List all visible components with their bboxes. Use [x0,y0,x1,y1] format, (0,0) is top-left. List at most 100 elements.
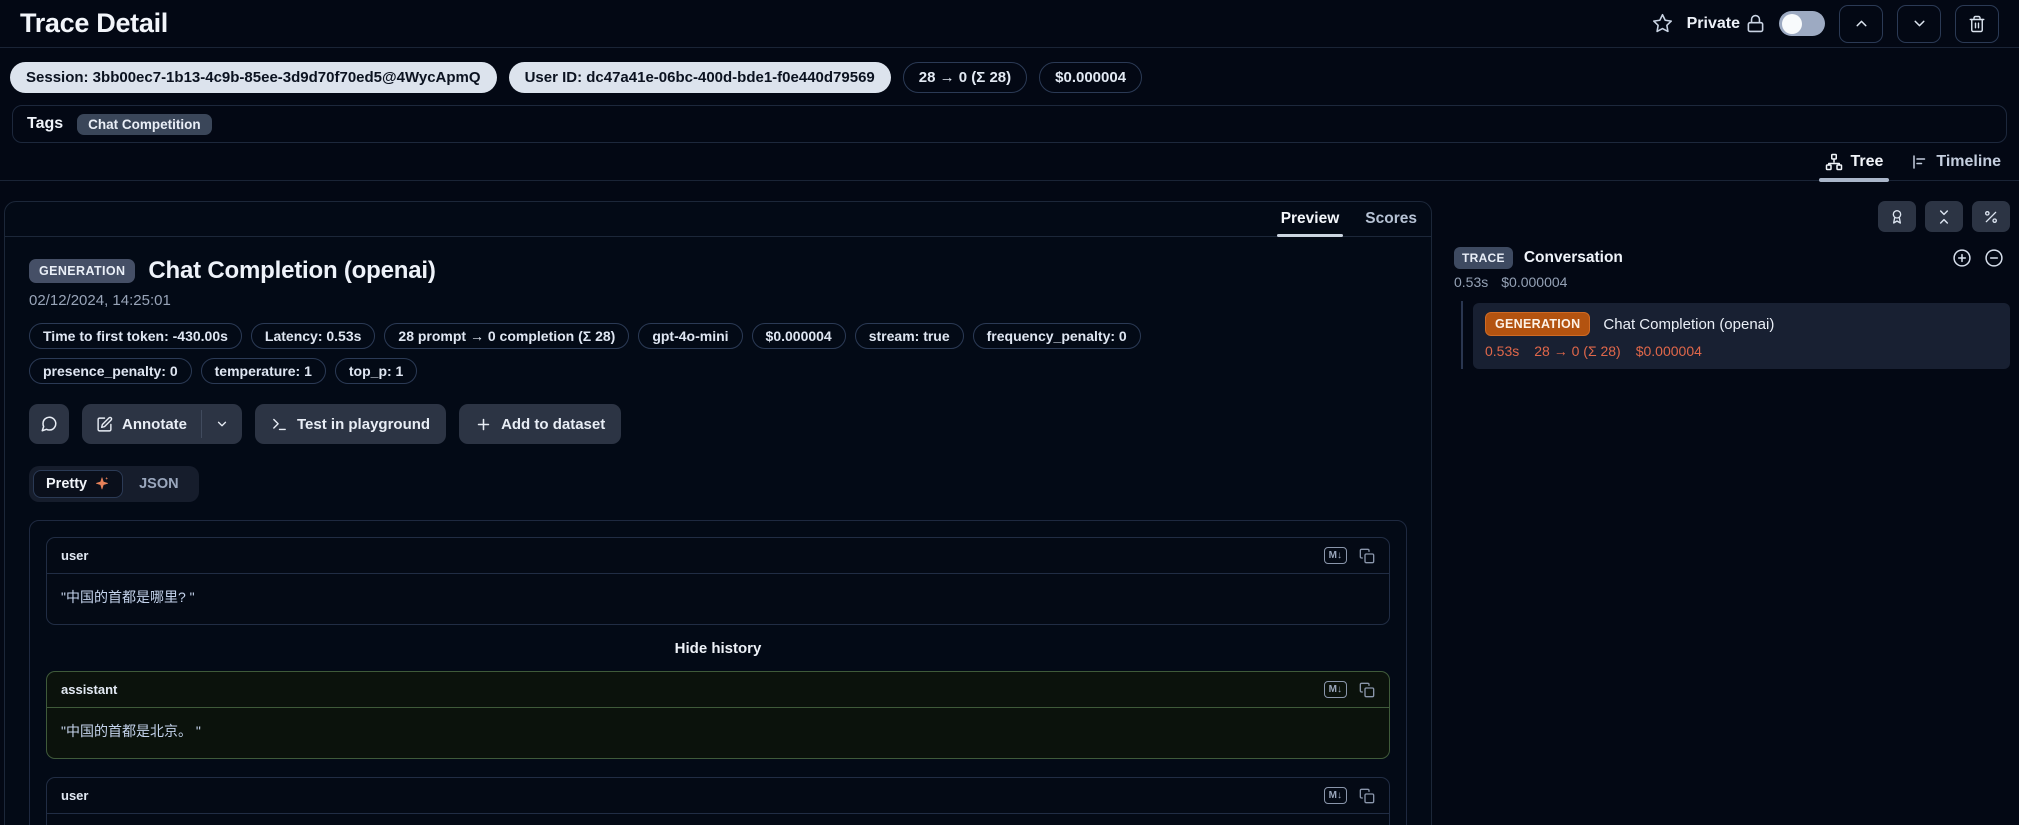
observation-head: GENERATION Chat Completion (openai) [1485,312,1998,336]
circle-plus-icon[interactable] [1952,248,1972,268]
tree-expand-controls [1952,248,2004,268]
hide-history-button[interactable]: Hide history [46,640,1390,657]
tree-icon [1825,153,1843,171]
preview-body: GENERATION Chat Completion (openai) 02/1… [5,237,1431,825]
percent-icon [1983,209,1999,225]
observation-metrics: 0.53s 28 → 0 (Σ 28) $0.000004 [1485,343,1998,359]
message-header: assistant M↓ [47,672,1389,708]
token-usage-badge: 28 → 0 (Σ 28) [903,62,1027,93]
tags-container[interactable]: Tags Chat Competition [12,105,2007,143]
test-in-playground-button[interactable]: Test in playground [255,404,446,444]
observation-preview-card: Preview Scores GENERATION Chat Completio… [4,201,1432,825]
message-header: user M↓ [47,778,1389,814]
tag-chip[interactable]: Chat Competition [77,114,212,135]
message-header: user M↓ [47,538,1389,574]
trace-type-badge: TRACE [1454,247,1513,269]
copy-icon[interactable] [1359,548,1375,564]
generation-type-badge: GENERATION [29,259,135,283]
message-role: user [61,788,88,803]
metric-badge: frequency_penalty: 0 [973,323,1141,349]
add-to-dataset-button[interactable]: Add to dataset [459,404,621,444]
message-card-user-1: user M↓ "中国的首都是哪里? " [46,537,1390,625]
metric-badge: gpt-4o-mini [638,323,742,349]
terminal-icon [271,416,288,433]
metric-badge: top_p: 1 [335,358,417,384]
tab-tree-label: Tree [1850,153,1883,171]
chevron-down-icon [1911,15,1928,32]
user-id-badge[interactable]: User ID: dc47a41e-06bc-400d-bde1-f0e440d… [509,62,891,93]
dataset-label: Add to dataset [501,416,605,433]
tab-timeline-label: Timeline [1936,153,2001,171]
star-icon[interactable] [1652,13,1673,34]
message-role: user [61,548,88,563]
tab-scores[interactable]: Scores [1365,210,1417,236]
annotate-label: Annotate [122,416,187,433]
trash-icon [1968,15,1986,33]
message-card-assistant: assistant M↓ "中国的首都是北京。 " [46,671,1390,759]
circle-minus-icon[interactable] [1984,248,2004,268]
message-role: assistant [61,682,117,697]
toggle-knob [1782,14,1802,34]
tree-connector-line [1461,301,1463,369]
fold-vertical-icon [1936,209,1952,225]
format-toggle: Pretty JSON [29,466,199,502]
markdown-icon[interactable]: M↓ [1324,547,1347,564]
message-card-user-2: user M↓ "谢谢" [46,777,1390,825]
delete-trace-button[interactable] [1955,5,1999,43]
format-json-option[interactable]: JSON [123,471,195,497]
generation-header: GENERATION Chat Completion (openai) [29,257,1407,285]
trace-meta-row: Session: 3bb00ec7-1b13-4c9b-85ee-3d9d70f… [0,48,2019,93]
tags-label: Tags [27,115,63,133]
observation-tokens: 28 → 0 (Σ 28) [1534,343,1620,359]
lock-icon [1746,14,1765,33]
top-bar-actions: Private [1652,5,1999,43]
generation-title: Chat Completion (openai) [148,257,435,285]
award-icon [1889,209,1905,225]
comment-button[interactable] [29,404,69,444]
metric-badge: presence_penalty: 0 [29,358,192,384]
actions-row: Annotate Test in playground Add to data [29,404,1407,444]
show-scores-button[interactable] [1878,201,1916,232]
timeline-icon [1911,153,1929,171]
pen-square-icon [96,416,113,433]
previous-trace-button[interactable] [1839,5,1883,43]
observation-title: Chat Completion (openai) [1603,316,1774,333]
collapse-all-button[interactable] [1925,201,1963,232]
markdown-icon[interactable]: M↓ [1324,787,1347,804]
markdown-icon[interactable]: M↓ [1324,681,1347,698]
trace-latency: 0.53s [1454,274,1488,290]
view-mode-tabs: Tree Timeline [0,143,2019,181]
content-area: Preview Scores GENERATION Chat Completio… [0,181,2019,825]
copy-icon[interactable] [1359,682,1375,698]
tab-preview[interactable]: Preview [1281,210,1340,236]
metric-badge: $0.000004 [752,323,846,349]
playground-label: Test in playground [297,416,430,433]
metric-badge: Time to first token: -430.00s [29,323,242,349]
trace-cost: $0.000004 [1501,274,1567,290]
privacy-status: Private [1687,14,1765,33]
privacy-toggle[interactable] [1779,11,1825,36]
preview-tabs: Preview Scores [5,202,1431,237]
message-content: "中国的首都是北京。 " [47,708,1389,758]
next-trace-button[interactable] [1897,5,1941,43]
pretty-label: Pretty [46,476,87,492]
metric-badge: stream: true [855,323,964,349]
observation-row-selected[interactable]: GENERATION Chat Completion (openai) 0.53… [1473,303,2010,369]
plus-icon [475,416,492,433]
observation-type-badge: GENERATION [1485,312,1590,336]
messages-container: user M↓ "中国的首都是哪里? " Hide history assist… [29,520,1407,825]
comment-icon [40,415,58,433]
trace-root-row[interactable]: TRACE Conversation [1454,247,2010,269]
format-pretty-option[interactable]: Pretty [33,470,123,498]
trace-detail-page: Trace Detail Private Sessi [0,0,2019,825]
tab-tree[interactable]: Tree [1825,153,1883,180]
generation-metrics-badges: Time to first token: -430.00s Latency: 0… [29,323,1279,384]
annotate-dropdown-button[interactable] [202,404,242,444]
tab-timeline[interactable]: Timeline [1911,153,2001,180]
show-percentages-button[interactable] [1972,201,2010,232]
copy-icon[interactable] [1359,788,1375,804]
session-badge[interactable]: Session: 3bb00ec7-1b13-4c9b-85ee-3d9d70f… [10,62,497,93]
cost-badge: $0.000004 [1039,62,1142,93]
message-gap [46,759,1390,777]
annotate-button[interactable]: Annotate [82,404,201,444]
